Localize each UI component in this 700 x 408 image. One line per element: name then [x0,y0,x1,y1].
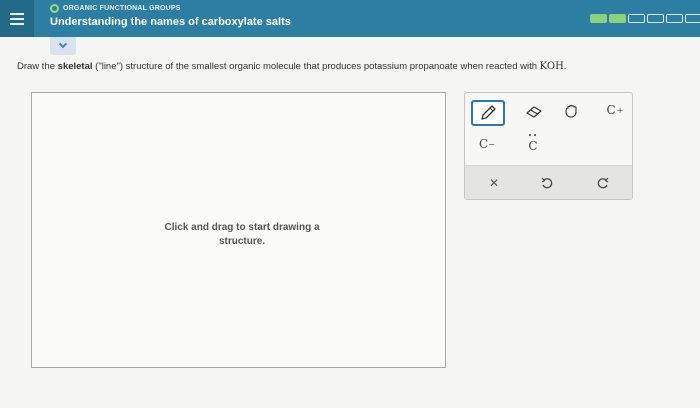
hand-tool-button[interactable] [561,101,583,121]
drawing-toolbox: C + C − •• C ✕ [464,92,633,200]
topic-label: ORGANIC FUNCTIONAL GROUPS [63,5,181,12]
action-bar: ✕ [465,165,632,199]
collapse-toggle-button[interactable] [50,37,76,55]
question-prompt: Draw the skeletal ("line") structure of … [17,61,697,72]
progress-bar [590,14,700,23]
progress-segment [590,14,607,23]
page-title: Understanding the names of carboxylate s… [50,16,291,28]
menu-icon-line [10,17,24,20]
progress-segment [609,14,626,23]
carbon-cation-button[interactable]: C + [603,97,627,123]
undo-button[interactable] [536,173,558,193]
carbon-radical-button[interactable]: •• C [521,132,545,153]
carbon-symbol: C [479,137,489,151]
progress-segment [685,14,700,23]
carbon-anion-button[interactable]: C − [475,135,499,153]
charge-sign: − [488,139,495,149]
drawing-canvas[interactable]: Click and drag to start drawing a struct… [31,92,446,368]
charge-sign: + [616,105,624,115]
header-bar: ORGANIC FUNCTIONAL GROUPS Understanding … [0,0,700,37]
chevron-down-icon [58,39,68,49]
canvas-hint: Click and drag to start drawing a struct… [164,222,320,247]
menu-icon-line [10,22,24,25]
progress-segment [647,14,664,23]
prompt-bold-term: skeletal [57,61,93,72]
redo-icon [597,177,609,189]
carbon-symbol: C [606,103,616,117]
pencil-icon [481,105,496,120]
prompt-text: ("line") structure of the smallest organ… [92,61,540,72]
clear-button[interactable]: ✕ [483,173,505,193]
menu-icon-line [10,12,24,15]
progress-segment [628,14,645,23]
menu-button[interactable] [0,0,34,37]
pencil-tool-button[interactable] [471,100,505,126]
eraser-icon [526,106,542,118]
hand-icon [565,104,577,118]
clear-icon: ✕ [488,176,500,190]
carbon-symbol: C [528,138,538,153]
topic-line: ORGANIC FUNCTIONAL GROUPS [50,4,181,13]
progress-segment [666,14,683,23]
redo-button[interactable] [592,173,614,193]
prompt-text: . [563,61,567,72]
eraser-tool-button[interactable] [523,102,545,122]
undo-icon [541,177,553,189]
prompt-text: Draw the [17,61,58,72]
reagent-formula: KOH [539,61,564,72]
topic-status-icon [50,4,59,13]
